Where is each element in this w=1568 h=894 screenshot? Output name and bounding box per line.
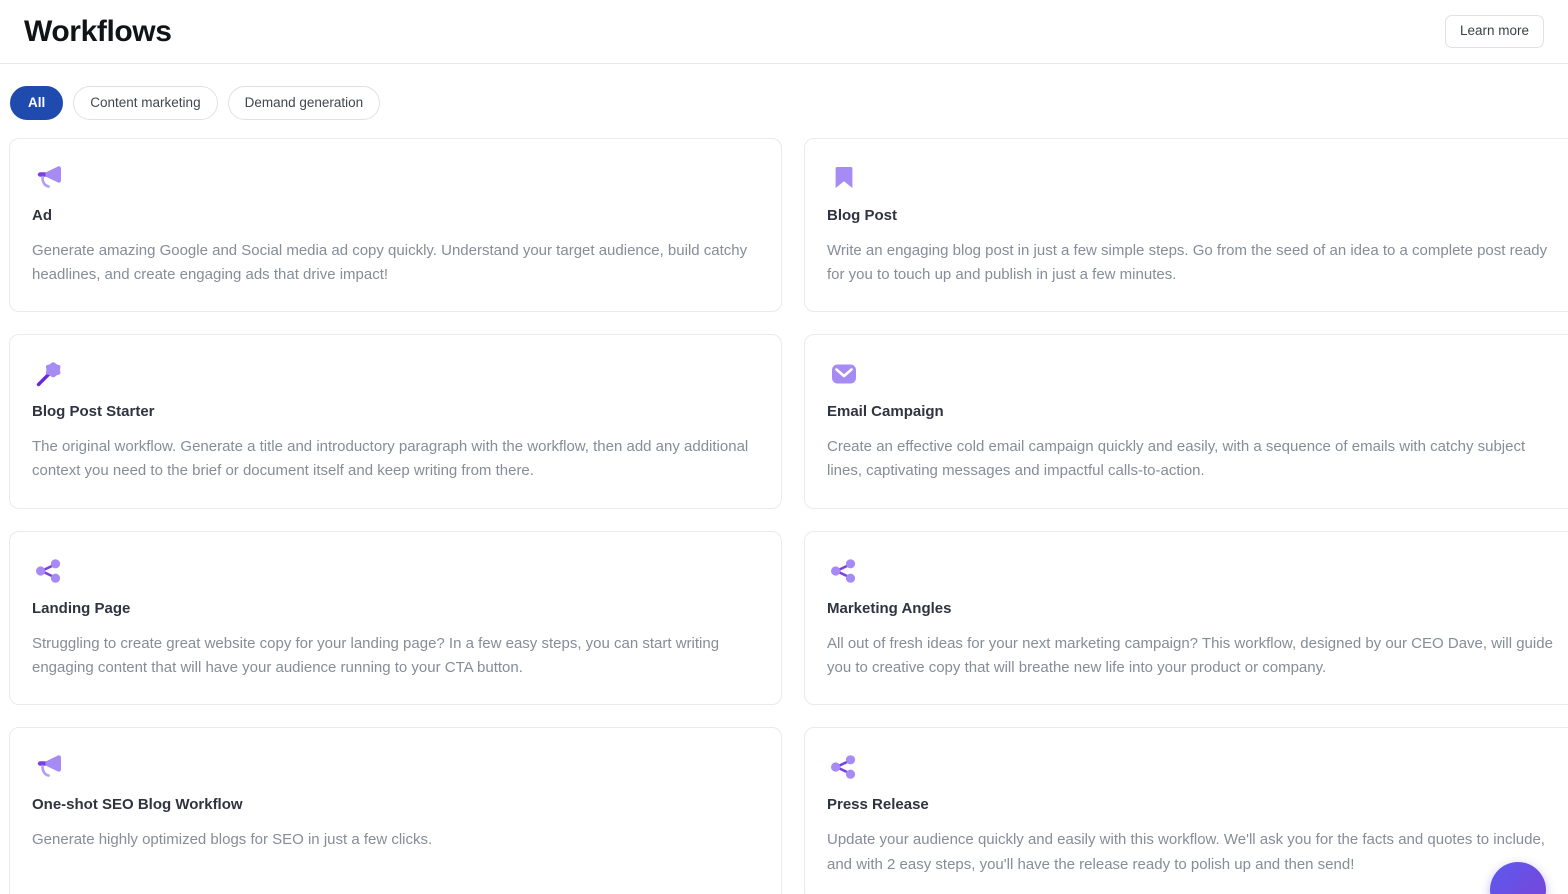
card-description: All out of fresh ideas for your next mar… (827, 634, 1553, 676)
workflows-page: Workflows Learn more All Content marketi… (0, 0, 1568, 894)
card-description: Generate highly optimized blogs for SEO … (32, 831, 433, 849)
workflow-card-marketing-angles[interactable]: Marketing Angles All out of fresh ideas … (804, 530, 1568, 706)
workflow-card-grid: Ad Generate amazing Google and Social me… (0, 137, 1568, 894)
share-icon (827, 554, 861, 588)
page-title: Workflows (24, 14, 172, 48)
card-title: Landing Page (32, 599, 131, 617)
filter-pill-group: All Content marketing Demand generation (0, 64, 1568, 138)
workflow-card-landing-page[interactable]: Landing Page Struggling to create great … (9, 530, 782, 706)
card-description: Generate amazing Google and Social media… (32, 241, 748, 283)
card-title: One-shot SEO Blog Workflow (32, 796, 243, 814)
card-title: Press Release (827, 796, 929, 814)
workflow-card-ad[interactable]: Ad Generate amazing Google and Social me… (9, 137, 782, 313)
bookmark-icon (827, 161, 861, 195)
card-title: Blog Post (827, 206, 897, 224)
megaphone-icon (32, 161, 66, 195)
megaphone-icon (32, 750, 66, 784)
share-icon (827, 750, 861, 784)
learn-more-button[interactable]: Learn more (1444, 15, 1544, 48)
card-title: Email Campaign (827, 403, 944, 421)
card-description: Create an effective cold email campaign … (827, 438, 1526, 480)
workflow-card-email-campaign[interactable]: Email Campaign Create an effective cold … (804, 334, 1568, 509)
filter-pill-content-marketing[interactable]: Content marketing (73, 86, 218, 120)
card-description: Struggling to create great website copy … (32, 634, 720, 676)
card-title: Blog Post Starter (32, 403, 155, 421)
card-description: Write an engaging blog post in just a fe… (827, 241, 1548, 283)
workflow-card-press-release[interactable]: Press Release Update your audience quick… (804, 727, 1568, 894)
card-description: The original workflow. Generate a title … (32, 438, 749, 480)
card-description: Update your audience quickly and easily … (827, 831, 1545, 873)
page-header: Workflows Learn more (0, 0, 1568, 64)
card-title: Ad (32, 206, 52, 224)
workflow-card-one-shot-seo-blog-workflow[interactable]: One-shot SEO Blog Workflow Generate high… (9, 727, 782, 894)
envelope-icon (827, 357, 861, 391)
filter-pill-demand-generation[interactable]: Demand generation (227, 86, 381, 120)
share-icon (32, 554, 66, 588)
workflow-card-blog-post[interactable]: Blog Post Write an engaging blog post in… (804, 137, 1568, 313)
magic-wand-icon (32, 357, 66, 391)
workflow-card-blog-post-starter[interactable]: Blog Post Starter The original workflow.… (9, 334, 782, 509)
filter-pill-all[interactable]: All (10, 86, 64, 120)
card-title: Marketing Angles (827, 599, 952, 617)
